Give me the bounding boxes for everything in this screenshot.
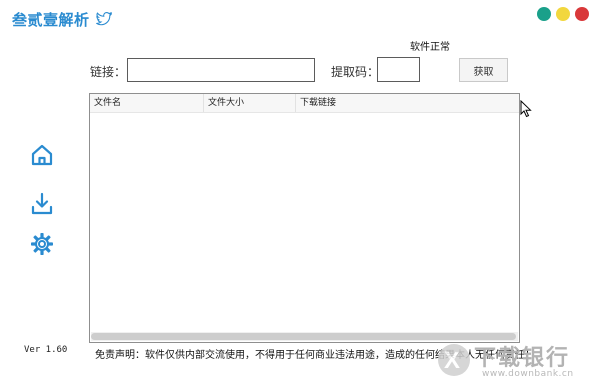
column-header-filename[interactable]: 文件名	[90, 94, 204, 112]
window-controls	[537, 7, 589, 21]
column-header-filesize[interactable]: 文件大小	[204, 94, 296, 112]
link-input[interactable]	[127, 58, 315, 82]
column-header-download-link[interactable]: 下载链接	[296, 94, 519, 112]
status-text: 软件正常	[410, 42, 450, 53]
code-label: 提取码：	[331, 65, 380, 79]
watermark-badge: X	[438, 344, 470, 376]
mouse-cursor-icon	[520, 100, 532, 118]
version-label: Ver 1.60	[24, 345, 68, 355]
home-icon[interactable]	[30, 143, 54, 167]
watermark-name: 下载银行	[474, 346, 571, 371]
gear-icon[interactable]	[30, 232, 54, 256]
watermark-mark: X	[444, 347, 461, 374]
file-table[interactable]: 文件名 文件大小 下载链接	[89, 93, 520, 343]
watermark-url: www.downbank.cn	[482, 369, 574, 379]
app-title: 叁贰壹解析	[12, 10, 90, 29]
watermark: X 下载银行 www.downbank.cn	[438, 338, 594, 384]
download-icon[interactable]	[30, 192, 54, 216]
app-title-bar: 叁贰壹解析	[12, 9, 112, 29]
window-button-close[interactable]	[575, 7, 589, 21]
window-button-teal[interactable]	[537, 7, 551, 21]
bird-icon	[95, 12, 112, 26]
link-label: 链接：	[90, 65, 127, 79]
code-input[interactable]	[377, 57, 420, 82]
fetch-button[interactable]: 获取	[459, 58, 508, 82]
window-button-minimize[interactable]	[556, 7, 570, 21]
table-header: 文件名 文件大小 下载链接	[90, 94, 519, 113]
